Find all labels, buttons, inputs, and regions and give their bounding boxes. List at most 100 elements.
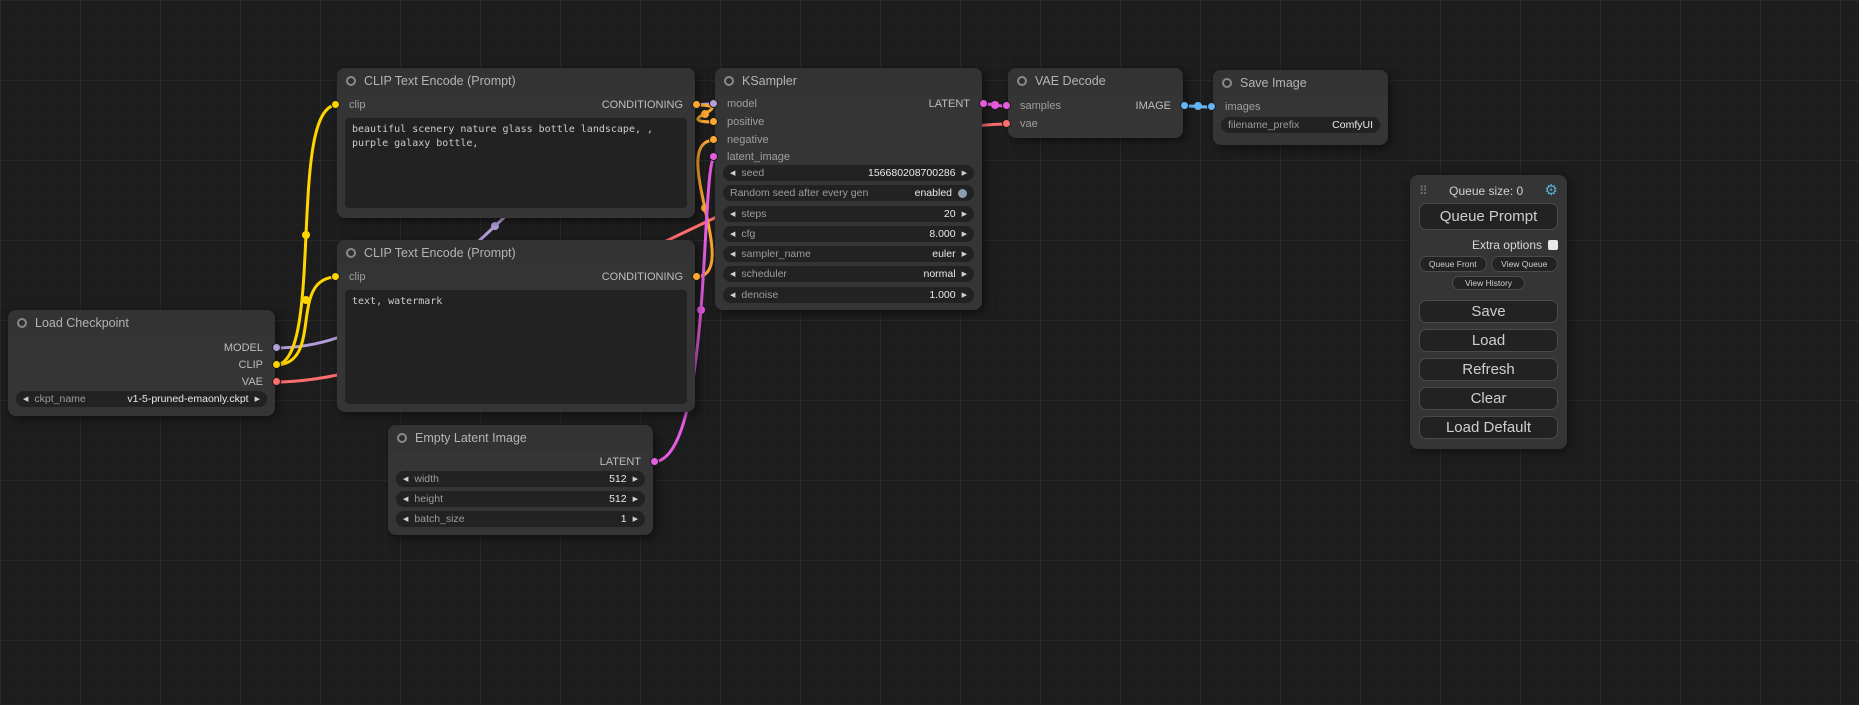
widget-cfg[interactable]: ◀ cfg 8.000 ▶ <box>723 226 974 242</box>
node-titlebar[interactable]: VAE Decode <box>1008 68 1183 94</box>
decrement-arrow-icon[interactable]: ◀ <box>730 251 735 258</box>
widget-height[interactable]: ◀ height 512 ▶ <box>396 491 645 507</box>
output-slot-model: MODEL <box>224 340 263 356</box>
node-ksampler[interactable]: KSampler model positive negative latent_… <box>715 68 982 310</box>
port-images-input[interactable] <box>1207 102 1216 111</box>
extra-options-checkbox[interactable] <box>1548 240 1558 250</box>
collapse-dot-icon[interactable] <box>346 76 356 86</box>
queue-front-button[interactable]: Queue Front <box>1419 256 1487 272</box>
node-title: Save Image <box>1240 76 1307 90</box>
port-vae-input[interactable] <box>1002 119 1011 128</box>
port-image-output[interactable] <box>1180 101 1189 110</box>
port-clip-output[interactable] <box>272 360 281 369</box>
collapse-dot-icon[interactable] <box>724 76 734 86</box>
node-vae-decode[interactable]: VAE Decode samples vae IMAGE <box>1008 68 1183 138</box>
drag-handle-icon[interactable]: ⠿ <box>1419 184 1428 198</box>
node-titlebar[interactable]: Empty Latent Image <box>388 425 653 451</box>
input-slot-samples: samples <box>1020 98 1061 114</box>
port-conditioning-output[interactable] <box>692 100 701 109</box>
refresh-button[interactable]: Refresh <box>1419 358 1558 381</box>
node-title: KSampler <box>742 74 797 88</box>
decrement-arrow-icon[interactable]: ◀ <box>730 292 735 299</box>
decrement-arrow-icon[interactable]: ◀ <box>23 396 28 403</box>
load-button[interactable]: Load <box>1419 329 1558 352</box>
collapse-dot-icon[interactable] <box>346 248 356 258</box>
collapse-dot-icon[interactable] <box>17 318 27 328</box>
view-history-button[interactable]: View History <box>1452 276 1525 290</box>
increment-arrow-icon[interactable]: ▶ <box>633 496 638 503</box>
collapse-dot-icon[interactable] <box>1222 78 1232 88</box>
increment-arrow-icon[interactable]: ▶ <box>255 396 260 403</box>
decrement-arrow-icon[interactable]: ◀ <box>403 496 408 503</box>
port-latent-output[interactable] <box>650 457 659 466</box>
comfyui-canvas[interactable]: { "colors": { "model": "#B39DDB", "clip"… <box>0 0 1859 705</box>
port-clip-input[interactable] <box>331 100 340 109</box>
port-samples-input[interactable] <box>1002 101 1011 110</box>
increment-arrow-icon[interactable]: ▶ <box>962 292 967 299</box>
widget-scheduler[interactable]: ◀ scheduler normal ▶ <box>723 266 974 282</box>
widget-sampler-name[interactable]: ◀ sampler_name euler ▶ <box>723 246 974 262</box>
queue-prompt-button[interactable]: Queue Prompt <box>1419 203 1558 230</box>
node-clip-text-encode-negative[interactable]: CLIP Text Encode (Prompt) clip CONDITION… <box>337 240 695 412</box>
decrement-arrow-icon[interactable]: ◀ <box>730 170 735 177</box>
widget-steps[interactable]: ◀ steps 20 ▶ <box>723 206 974 222</box>
load-default-button[interactable]: Load Default <box>1419 416 1558 439</box>
port-clip-input[interactable] <box>331 272 340 281</box>
view-queue-button[interactable]: View Queue <box>1491 256 1559 272</box>
clear-button[interactable]: Clear <box>1419 387 1558 410</box>
widget-random-seed-toggle[interactable]: Random seed after every gen enabled <box>723 185 974 201</box>
widget-label: height <box>414 493 443 505</box>
node-titlebar[interactable]: CLIP Text Encode (Prompt) <box>337 68 695 94</box>
widget-label: steps <box>741 208 766 220</box>
port-latent-image-input[interactable] <box>709 152 718 161</box>
collapse-dot-icon[interactable] <box>1017 76 1027 86</box>
increment-arrow-icon[interactable]: ▶ <box>962 271 967 278</box>
wire-midpoint-dot <box>302 296 310 304</box>
node-load-checkpoint[interactable]: Load Checkpoint MODEL CLIP VAE ◀ ckpt_na… <box>8 310 275 416</box>
widget-seed[interactable]: ◀ seed 156680208700286 ▶ <box>723 165 974 181</box>
collapse-dot-icon[interactable] <box>397 433 407 443</box>
widget-label: sampler_name <box>741 248 810 260</box>
input-slot-model: model <box>727 96 757 112</box>
decrement-arrow-icon[interactable]: ◀ <box>730 231 735 238</box>
increment-arrow-icon[interactable]: ▶ <box>962 211 967 218</box>
extra-options-row: Extra options <box>1419 238 1558 252</box>
widget-width[interactable]: ◀ width 512 ▶ <box>396 471 645 487</box>
increment-arrow-icon[interactable]: ▶ <box>633 516 638 523</box>
increment-arrow-icon[interactable]: ▶ <box>962 231 967 238</box>
decrement-arrow-icon[interactable]: ◀ <box>403 476 408 483</box>
node-titlebar[interactable]: KSampler <box>715 68 982 94</box>
positive-prompt-textarea[interactable]: beautiful scenery nature glass bottle la… <box>345 118 687 208</box>
port-vae-output[interactable] <box>272 377 281 386</box>
widget-ckpt-name[interactable]: ◀ ckpt_name v1-5-pruned-emaonly.ckpt ▶ <box>16 391 267 407</box>
decrement-arrow-icon[interactable]: ◀ <box>403 516 408 523</box>
widget-value: 1 <box>621 513 627 525</box>
widget-batch-size[interactable]: ◀ batch_size 1 ▶ <box>396 511 645 527</box>
negative-prompt-textarea[interactable]: text, watermark <box>345 290 687 404</box>
queue-panel: ⠿ Queue size: 0 ⚙ Queue Prompt Extra opt… <box>1410 175 1567 449</box>
node-clip-text-encode-positive[interactable]: CLIP Text Encode (Prompt) clip CONDITION… <box>337 68 695 218</box>
increment-arrow-icon[interactable]: ▶ <box>633 476 638 483</box>
output-slot-conditioning: CONDITIONING <box>602 269 683 285</box>
widget-denoise[interactable]: ◀ denoise 1.000 ▶ <box>723 287 974 303</box>
node-save-image[interactable]: Save Image images filename_prefix ComfyU… <box>1213 70 1388 145</box>
port-positive-input[interactable] <box>709 117 718 126</box>
port-latent-output[interactable] <box>979 99 988 108</box>
node-titlebar[interactable]: Save Image <box>1213 70 1388 96</box>
node-empty-latent-image[interactable]: Empty Latent Image LATENT ◀ width 512 ▶ … <box>388 425 653 535</box>
increment-arrow-icon[interactable]: ▶ <box>962 170 967 177</box>
node-titlebar[interactable]: Load Checkpoint <box>8 310 275 336</box>
increment-arrow-icon[interactable]: ▶ <box>962 251 967 258</box>
port-negative-input[interactable] <box>709 135 718 144</box>
port-model-output[interactable] <box>272 343 281 352</box>
widget-filename-prefix[interactable]: filename_prefix ComfyUI <box>1221 117 1380 133</box>
port-conditioning-output[interactable] <box>692 272 701 281</box>
gear-icon[interactable]: ⚙ <box>1545 183 1558 198</box>
node-titlebar[interactable]: CLIP Text Encode (Prompt) <box>337 240 695 266</box>
toggle-dot-icon[interactable] <box>958 189 967 198</box>
save-button[interactable]: Save <box>1419 300 1558 323</box>
port-model-input[interactable] <box>709 99 718 108</box>
decrement-arrow-icon[interactable]: ◀ <box>730 271 735 278</box>
slot-label: IMAGE <box>1136 100 1171 112</box>
decrement-arrow-icon[interactable]: ◀ <box>730 211 735 218</box>
